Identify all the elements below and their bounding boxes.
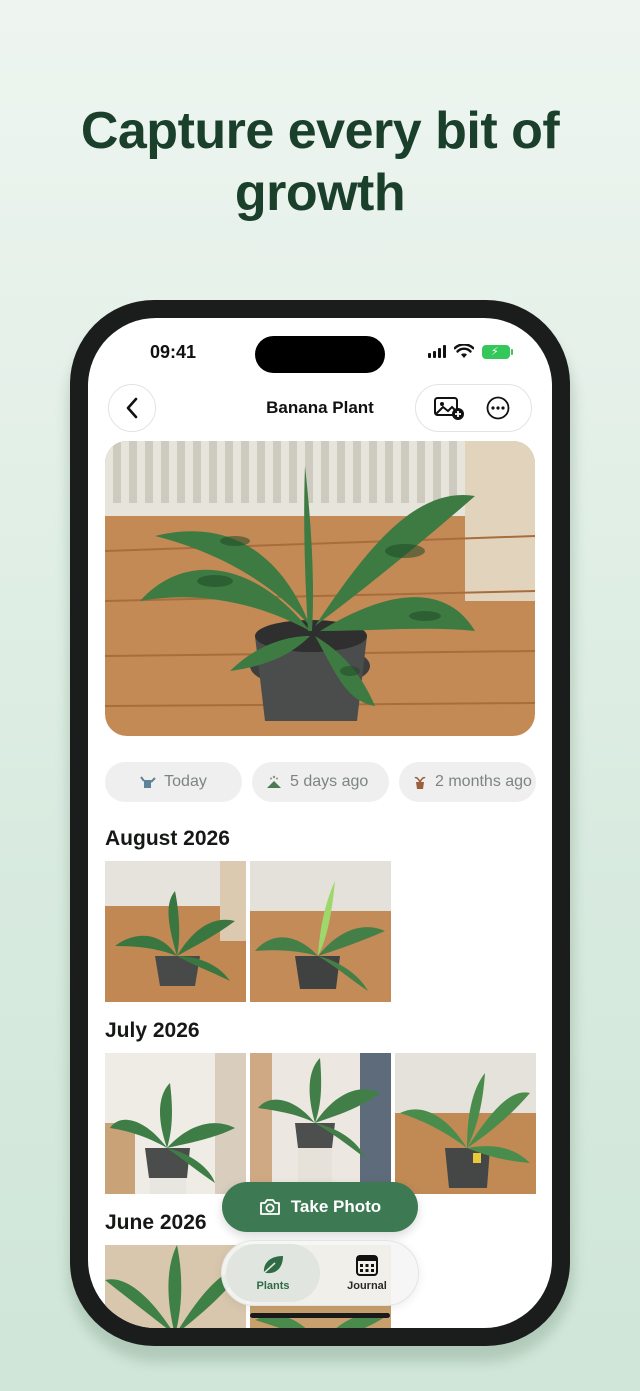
chip-fertilized-label: 5 days ago: [290, 773, 369, 790]
tab-journal[interactable]: Journal: [320, 1244, 414, 1302]
section-title-june: June 2026: [105, 1211, 207, 1234]
more-options-button[interactable]: [480, 390, 516, 426]
page-title: Banana Plant: [266, 398, 374, 417]
chip-repotted-label: 2 months ago: [435, 773, 532, 790]
take-photo-label: Take Photo: [290, 1197, 382, 1216]
headline-line-2: growth: [234, 164, 406, 222]
phone-screen: 09:41 ⚡ Banana Plant Today 5 days ago 2 …: [88, 318, 552, 1328]
chip-watered[interactable]: Today: [105, 762, 242, 802]
plant-photo-image: [105, 441, 535, 736]
care-chips: Today 5 days ago 2 months ago: [105, 762, 536, 802]
take-photo-button[interactable]: Take Photo: [222, 1182, 418, 1232]
hero-plant-photo[interactable]: [105, 441, 535, 736]
phone-frame: 09:41 ⚡ Banana Plant Today 5 days ago 2 …: [70, 300, 570, 1346]
leaf-icon: [263, 1256, 283, 1274]
section-title-august: August 2026: [105, 827, 230, 850]
repot-icon: [414, 776, 426, 789]
add-photo-icon: [433, 397, 464, 420]
chip-fertilized[interactable]: 5 days ago: [252, 762, 389, 802]
wifi-icon: [454, 344, 474, 358]
chevron-left-icon: [126, 397, 138, 419]
add-photo-button[interactable]: [431, 390, 467, 426]
photo-grid-august: [105, 861, 391, 1002]
photo-thumbnail[interactable]: [105, 861, 246, 1002]
tab-plants-label: Plants: [256, 1280, 290, 1292]
chip-watered-label: Today: [164, 773, 207, 790]
ellipsis-circle-icon: [486, 396, 510, 420]
photo-thumbnail[interactable]: [250, 1053, 391, 1194]
headline: Capture every bit of growth: [0, 100, 640, 224]
back-button[interactable]: [108, 384, 156, 432]
status-time: 09:41: [150, 342, 197, 362]
cellular-signal-icon: [428, 345, 446, 358]
calendar-icon: [356, 1255, 378, 1276]
battery-charging-icon: ⚡: [482, 344, 513, 359]
plant-thumbnail-image: [250, 861, 391, 1002]
section-title-july: July 2026: [105, 1019, 200, 1042]
plant-thumbnail-image: [250, 1053, 391, 1194]
camera-icon: [259, 1199, 280, 1215]
photo-thumbnail[interactable]: [395, 1053, 536, 1194]
chip-repotted[interactable]: 2 months ago: [399, 762, 536, 802]
tab-bar: Plants Journal: [221, 1240, 419, 1306]
tab-plants[interactable]: Plants: [226, 1244, 320, 1302]
watering-can-icon: [140, 776, 156, 788]
nav-actions: [415, 384, 532, 432]
plant-thumbnail-image: [105, 1053, 246, 1194]
fertilizer-icon: [267, 775, 281, 788]
photo-grid-july: [105, 1053, 536, 1194]
photo-thumbnail[interactable]: [250, 861, 391, 1002]
status-icons: ⚡: [428, 344, 513, 359]
photo-thumbnail[interactable]: [105, 1053, 246, 1194]
tab-journal-label: Journal: [347, 1280, 387, 1292]
plant-thumbnail-image: [105, 861, 246, 1002]
home-indicator: [250, 1313, 390, 1318]
dynamic-island: [255, 336, 385, 373]
headline-line-1: Capture every bit of: [80, 102, 560, 160]
plant-thumbnail-image: [395, 1053, 536, 1194]
